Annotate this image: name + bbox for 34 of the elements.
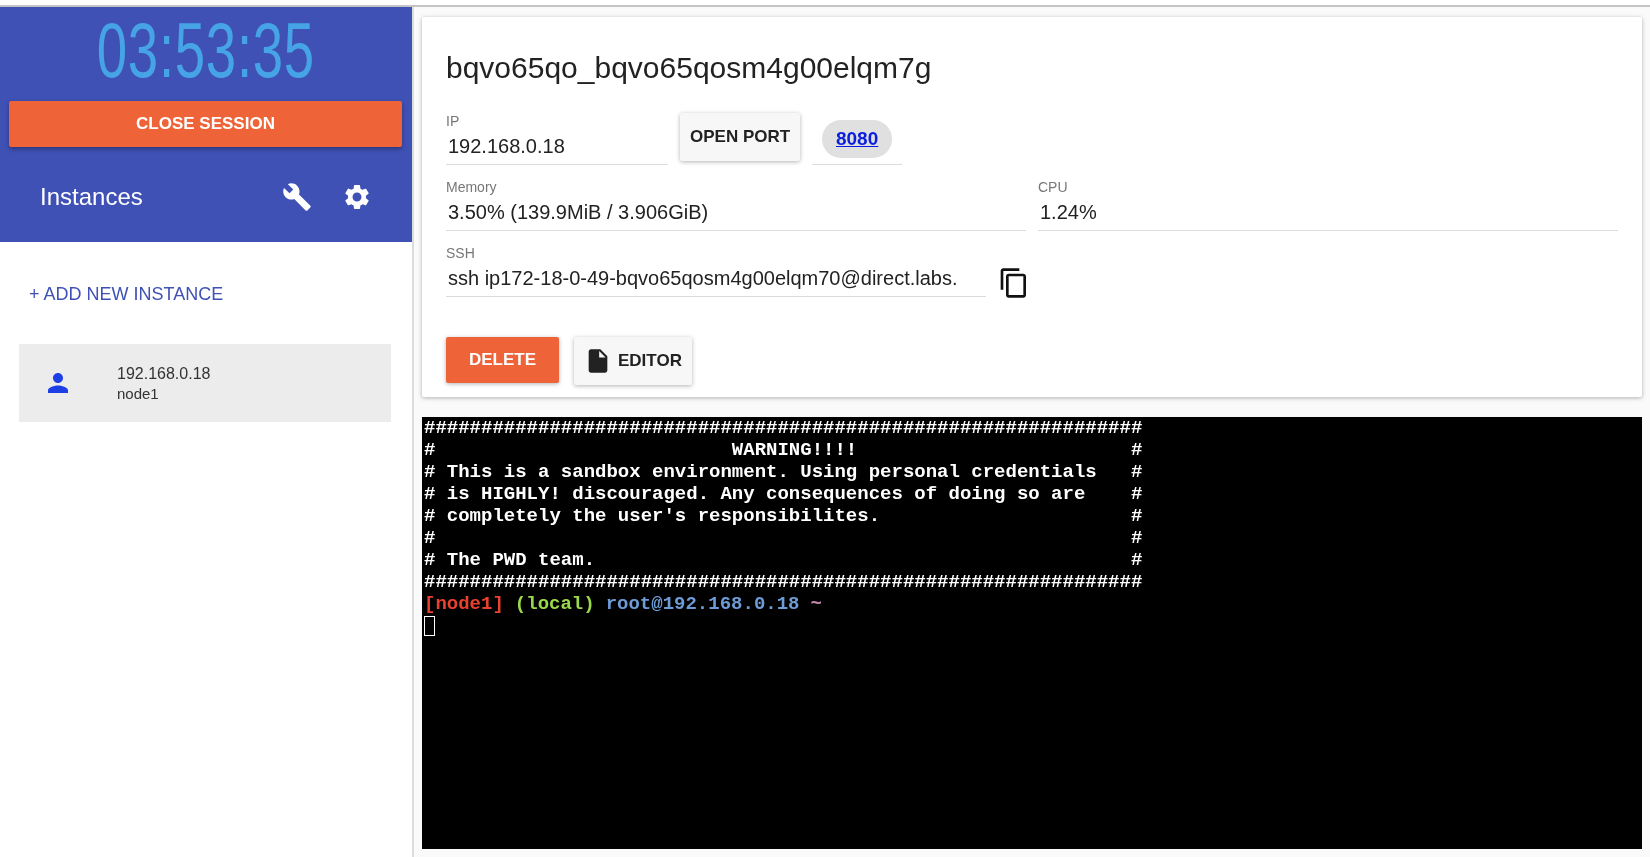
terminal-line: # The PWD team. # [424, 549, 1144, 571]
prompt-text: (local) [514, 593, 595, 615]
memory-label: Memory [446, 179, 498, 195]
terminal-line: # This is a sandbox environment. Using personal credentials # [424, 461, 1144, 483]
terminal-cursor [424, 616, 435, 636]
ip-label: IP [446, 113, 461, 129]
cpu-field[interactable]: 1.24% [1038, 201, 1618, 231]
open-port-button[interactable]: OPEN PORT [680, 113, 801, 161]
add-instance-link[interactable]: + ADD NEW INSTANCE [29, 284, 224, 305]
port-link[interactable]: 8080 [822, 119, 893, 158]
prompt-text: [node1] [424, 593, 504, 615]
settings-icon[interactable] [342, 182, 372, 212]
terminal-line: ############################################################### [424, 571, 1144, 593]
terminal-line: # completely the user's responsibilites. # [424, 505, 1144, 527]
instances-title: Instances [40, 183, 144, 211]
wrench-icon[interactable] [282, 182, 312, 212]
instance-ip: 192.168.0.18 [117, 364, 211, 383]
instance-title: bqvo65qo_bqvo65qosm4g00elqm7g [446, 51, 933, 85]
terminal-line: ############################################################### [424, 417, 1144, 439]
cpu-label: CPU [1038, 179, 1069, 195]
memory-field[interactable]: 3.50% (139.9MiB / 3.906GiB) [446, 201, 1026, 231]
instance-name: node1 [117, 384, 160, 402]
terminal-line: # WARNING!!!! # [424, 439, 1144, 461]
terminal[interactable] [422, 417, 1642, 849]
terminal-line: # # [424, 527, 1144, 549]
ssh-label: SSH [446, 245, 476, 261]
prompt-text: root@192.168.0.18 [605, 593, 800, 615]
instance-item[interactable]: 192.168.0.18 node1 [19, 344, 391, 422]
ssh-field[interactable]: ssh ip172-18-0-49-bqvo65qosm4g00elqm70@direct.labs. [446, 267, 986, 297]
session-timer: 03:53:35 [96, 7, 316, 93]
editor-button[interactable]: EDITOR [574, 337, 692, 385]
prompt-text: ~ [810, 593, 822, 615]
ip-field[interactable]: 192.168.0.18 [446, 135, 668, 165]
terminal-line: # is HIGHLY! discouraged. Any consequences of doing so are # [424, 483, 1144, 505]
